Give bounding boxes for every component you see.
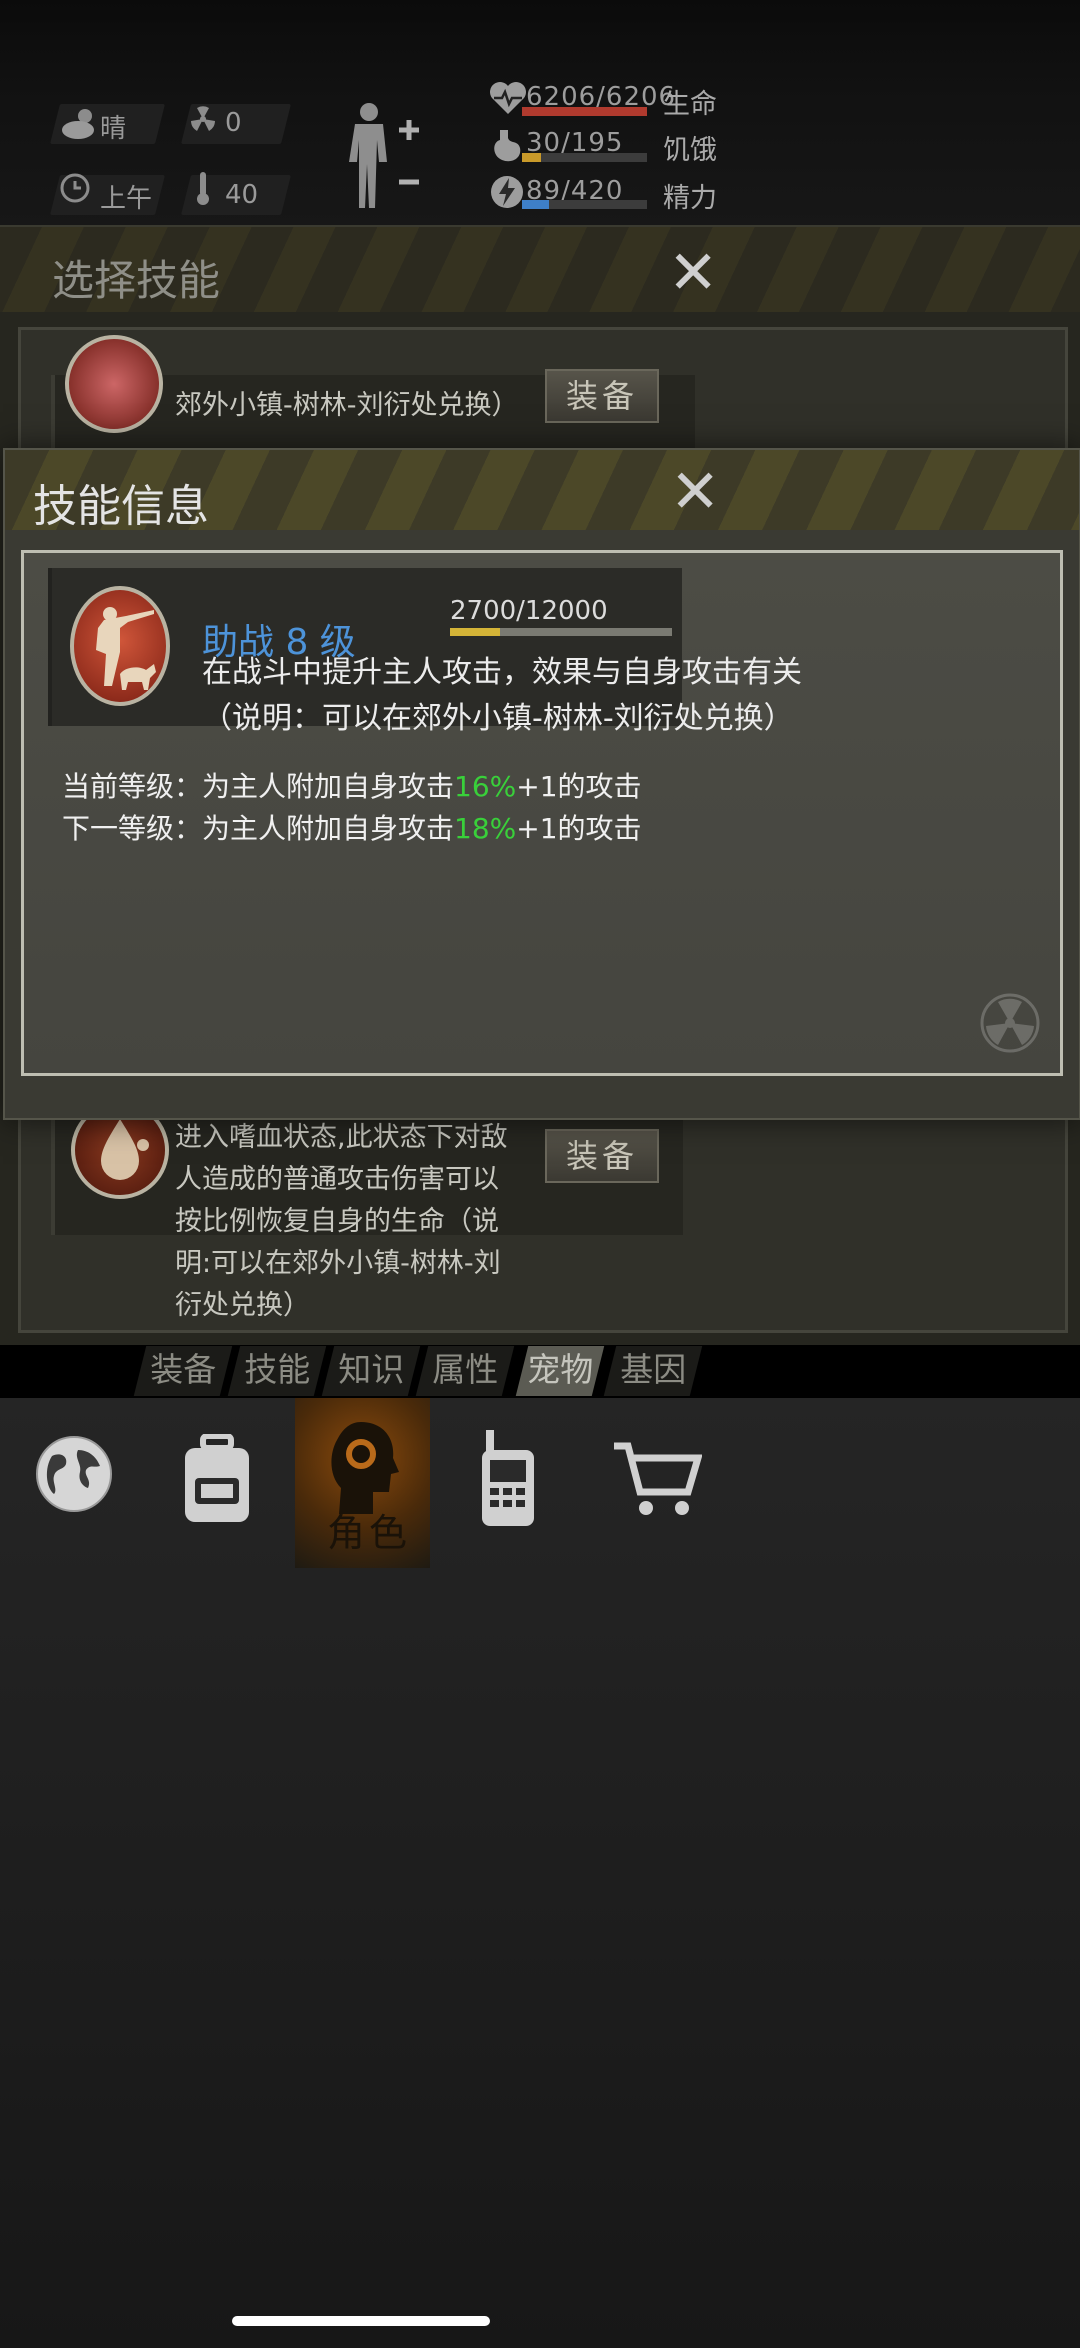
- temperature-value: 40: [225, 180, 259, 210]
- skill-info-close-icon[interactable]: ✕: [670, 462, 720, 522]
- tab-knowledge[interactable]: 知识: [321, 1346, 421, 1396]
- home-indicator: [232, 2316, 490, 2326]
- backpack-icon: [177, 1433, 257, 1528]
- hunger-label: 饥饿: [663, 135, 717, 166]
- hunger-bar: [522, 153, 647, 162]
- stomach-icon: [490, 128, 524, 170]
- nav-map[interactable]: [0, 1398, 145, 1568]
- skill-card-bottom: 进入嗜血状态,此状态下对敌人造成的普通攻击伤害可以按比例恢复自身的生命（说明:可…: [51, 1101, 683, 1321]
- nav-backpack[interactable]: [145, 1398, 293, 1568]
- health-bar: [522, 107, 647, 116]
- energy-label: 精力: [663, 183, 717, 214]
- xp-value: 2700/12000: [450, 596, 608, 626]
- select-skill-close-icon[interactable]: ✕: [668, 243, 718, 303]
- bottom-nav: 角色: [0, 1398, 1080, 2348]
- nav-character-active[interactable]: 角色: [295, 1398, 430, 1568]
- equip-button-top[interactable]: 装备: [545, 369, 659, 423]
- health-label: 生命: [663, 89, 717, 120]
- globe-icon: [34, 1434, 114, 1518]
- next-percent: 18%: [454, 812, 517, 845]
- current-percent: 16%: [454, 770, 517, 803]
- cart-icon: [612, 1440, 703, 1524]
- xp-progress-bar: [450, 628, 672, 636]
- hunter-dog-icon: [70, 586, 170, 706]
- thermometer-icon: [193, 170, 213, 212]
- skill-info-dialog: 技能信息 ✕ 助战 8 级 2700/12000 在战斗中提升主人攻击，效果与自…: [3, 448, 1080, 1120]
- next-level-effect: 下一等级：为主人附加自身攻击18%+1的攻击: [62, 812, 642, 845]
- body-status-icon[interactable]: [345, 100, 425, 214]
- tab-pets[interactable]: 宠物: [515, 1346, 605, 1396]
- nav-character-label: 角色: [327, 1511, 412, 1555]
- energy-bar: [522, 200, 647, 209]
- current-level-effect: 当前等级：为主人附加自身攻击16%+1的攻击: [62, 770, 642, 803]
- skill-card-top-text: 郊外小镇-树林-刘衍处兑换）: [175, 390, 519, 421]
- radiation-value: 0: [225, 108, 242, 138]
- clock-icon: [60, 173, 90, 209]
- nav-shop[interactable]: [580, 1398, 725, 1568]
- weather-text: 晴: [100, 114, 127, 144]
- nav-radio[interactable]: [430, 1398, 580, 1568]
- select-skill-header: 选择技能 ✕: [0, 227, 1080, 312]
- skill-summary-card: 助战 8 级 2700/12000 在战斗中提升主人攻击，效果与自身攻击有关（说…: [48, 568, 802, 736]
- tab-equipment[interactable]: 装备: [133, 1346, 233, 1396]
- skill-top-icon: [65, 335, 163, 433]
- skill-info-body: 助战 8 级 2700/12000 在战斗中提升主人攻击，效果与自身攻击有关（说…: [21, 550, 1063, 1076]
- time-text: 上午: [100, 184, 153, 214]
- tab-genes[interactable]: 基因: [603, 1346, 703, 1396]
- skill-card-top: 郊外小镇-树林-刘衍处兑换） 装备: [51, 335, 695, 453]
- tab-skills[interactable]: 技能: [227, 1346, 327, 1396]
- cloud-sun-icon: [60, 106, 100, 146]
- skill-info-title: 技能信息: [33, 481, 209, 532]
- equip-button-bottom[interactable]: 装备: [545, 1129, 659, 1183]
- radiation-watermark-icon: [980, 993, 1040, 1057]
- skill-card-bottom-text: 进入嗜血状态,此状态下对敌人造成的普通攻击伤害可以按比例恢复自身的生命（说明:可…: [175, 1122, 508, 1321]
- lightning-icon: [490, 174, 524, 216]
- tab-attributes[interactable]: 属性: [415, 1346, 515, 1396]
- select-skill-title: 选择技能: [52, 256, 221, 305]
- skill-description: 在战斗中提升主人攻击，效果与自身攻击有关（说明：可以在郊外小镇-树林-刘衍处兑换…: [202, 655, 802, 736]
- skill-info-header: 技能信息 ✕: [5, 450, 1079, 532]
- radiation-icon: [188, 104, 218, 140]
- walkie-talkie-icon: [478, 1430, 538, 1532]
